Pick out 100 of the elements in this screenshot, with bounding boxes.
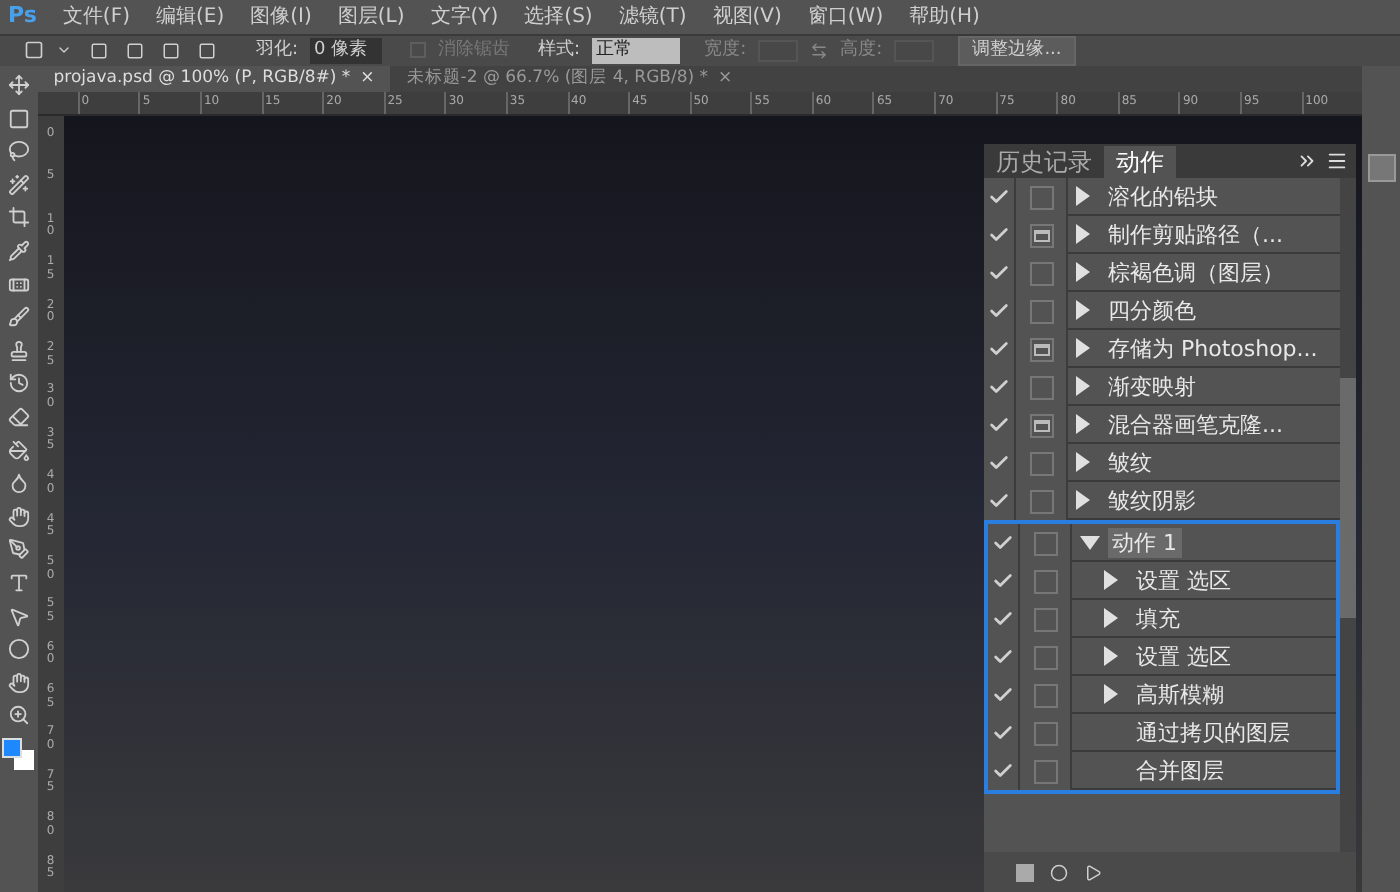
brush-icon[interactable] — [7, 306, 30, 329]
eyedropper-icon[interactable] — [7, 239, 30, 262]
wand-icon[interactable] — [7, 173, 30, 196]
action-row[interactable]: 动作 1 — [1108, 527, 1181, 557]
marquee-icon[interactable] — [24, 40, 44, 61]
zoom-icon[interactable] — [7, 704, 30, 727]
action-row[interactable]: 合并图层 — [1132, 755, 1228, 785]
action-row[interactable]: 溶化的铅块 — [1104, 181, 1222, 211]
width-field[interactable] — [758, 39, 799, 62]
menu-item[interactable]: 图像(I) — [250, 1, 312, 32]
check-icon[interactable] — [988, 300, 1010, 322]
check-icon[interactable] — [988, 262, 1010, 284]
action-row[interactable]: 制作剪贴路径（... — [1104, 219, 1287, 249]
dialog-toggle[interactable] — [1029, 489, 1053, 513]
action-row[interactable]: 渐变映射 — [1104, 371, 1200, 401]
action-row[interactable]: 设置 选区 — [1132, 565, 1235, 595]
dialog-toggle[interactable] — [1029, 185, 1053, 209]
menu-icon[interactable] — [1326, 150, 1348, 172]
collapse-icon[interactable] — [1296, 150, 1318, 172]
check-icon[interactable] — [988, 186, 1010, 208]
ellipse-icon[interactable] — [7, 638, 30, 661]
triangle-right-icon[interactable] — [1104, 608, 1118, 628]
check-icon[interactable] — [988, 452, 1010, 474]
document-tab[interactable]: projava.psd @ 100% (P, RGB/8#) * × — [37, 66, 391, 92]
dialog-toggle[interactable] — [1029, 413, 1053, 437]
action-row[interactable]: 皱纹阴影 — [1104, 485, 1200, 515]
swap-icon[interactable] — [810, 41, 829, 60]
eraser-icon[interactable] — [7, 405, 30, 428]
dialog-toggle[interactable] — [1029, 375, 1053, 399]
triangle-right-icon[interactable] — [1076, 414, 1090, 434]
dialog-toggle[interactable] — [1029, 337, 1053, 361]
hand-icon[interactable] — [7, 505, 30, 528]
check-icon[interactable] — [992, 608, 1014, 630]
menu-item[interactable]: 视图(V) — [712, 1, 782, 32]
dialog-toggle[interactable] — [1033, 721, 1057, 745]
dialog-toggle[interactable] — [1033, 531, 1057, 555]
menu-item[interactable]: 滤镜(T) — [618, 1, 687, 32]
triangle-down-icon[interactable] — [1080, 535, 1100, 549]
record-icon[interactable] — [1050, 863, 1068, 881]
triangle-right-icon[interactable] — [1104, 570, 1118, 590]
triangle-right-icon[interactable] — [1076, 300, 1090, 320]
check-icon[interactable] — [992, 684, 1014, 706]
dialog-toggle[interactable] — [1033, 645, 1057, 669]
dialog-toggle[interactable] — [1029, 223, 1053, 247]
triangle-right-icon[interactable] — [1076, 186, 1090, 206]
check-icon[interactable] — [988, 490, 1010, 512]
menu-item[interactable]: 文件(F) — [62, 1, 130, 32]
bandage-icon[interactable] — [7, 273, 30, 296]
menu-item[interactable]: 选择(S) — [524, 1, 593, 32]
check-icon[interactable] — [992, 570, 1014, 592]
refine-edge-button[interactable]: 调整边缘... — [958, 35, 1076, 66]
check-icon[interactable] — [988, 338, 1010, 360]
action-row[interactable]: 混合器画笔克隆... — [1104, 409, 1287, 439]
hand-icon[interactable] — [7, 671, 30, 694]
check-icon[interactable] — [988, 224, 1010, 246]
action-row[interactable]: 设置 选区 — [1132, 641, 1235, 671]
play-icon[interactable] — [1084, 863, 1102, 881]
triangle-right-icon[interactable] — [1104, 646, 1118, 666]
action-row[interactable]: 存储为 Photoshop... — [1104, 333, 1322, 363]
menu-item[interactable]: 图层(L) — [337, 1, 405, 32]
panel-dock-icon[interactable] — [1367, 154, 1396, 182]
dialog-toggle[interactable] — [1033, 607, 1057, 631]
triangle-right-icon[interactable] — [1076, 338, 1090, 358]
dialog-toggle[interactable] — [1029, 261, 1053, 285]
triangle-right-icon[interactable] — [1076, 224, 1090, 244]
crop-icon[interactable] — [7, 206, 30, 229]
height-field[interactable] — [894, 39, 935, 62]
menu-item[interactable]: 编辑(E) — [155, 1, 225, 32]
color-swatches-icon[interactable] — [2, 737, 35, 770]
action-row[interactable]: 通过拷贝的图层 — [1132, 717, 1294, 747]
dialog-toggle[interactable] — [1029, 299, 1053, 323]
marquee-icon[interactable] — [7, 107, 30, 130]
action-row[interactable]: 四分颜色 — [1104, 295, 1200, 325]
lasso-icon[interactable] — [7, 140, 30, 163]
check-icon[interactable] — [988, 414, 1010, 436]
dialog-toggle[interactable] — [1033, 683, 1057, 707]
triangle-right-icon[interactable] — [1076, 376, 1090, 396]
close-icon[interactable]: × — [360, 66, 375, 92]
check-icon[interactable] — [992, 646, 1014, 668]
triangle-right-icon[interactable] — [1076, 490, 1090, 510]
menu-item[interactable]: 文字(Y) — [430, 1, 499, 32]
triangle-right-icon[interactable] — [1104, 684, 1118, 704]
dialog-toggle[interactable] — [1029, 451, 1053, 475]
check-icon[interactable] — [988, 376, 1010, 398]
history-brush-icon[interactable] — [7, 372, 30, 395]
close-icon[interactable]: × — [718, 66, 733, 92]
style-select[interactable]: 正常 — [592, 37, 681, 64]
type-icon[interactable] — [7, 571, 30, 594]
menu-item[interactable]: 帮助(H) — [909, 1, 980, 32]
bucket-icon[interactable] — [7, 439, 30, 462]
action-row[interactable]: 填充 — [1132, 603, 1184, 633]
check-icon[interactable] — [992, 722, 1014, 744]
feather-field[interactable]: 0 像素 — [310, 37, 383, 64]
stop-icon[interactable] — [1016, 863, 1034, 881]
move-icon[interactable] — [7, 74, 30, 96]
check-icon[interactable] — [992, 532, 1014, 554]
dialog-toggle[interactable] — [1033, 569, 1057, 593]
panel-tab[interactable]: 历史记录 — [984, 146, 1104, 178]
droplet-icon[interactable] — [7, 472, 30, 495]
triangle-right-icon[interactable] — [1076, 262, 1090, 282]
